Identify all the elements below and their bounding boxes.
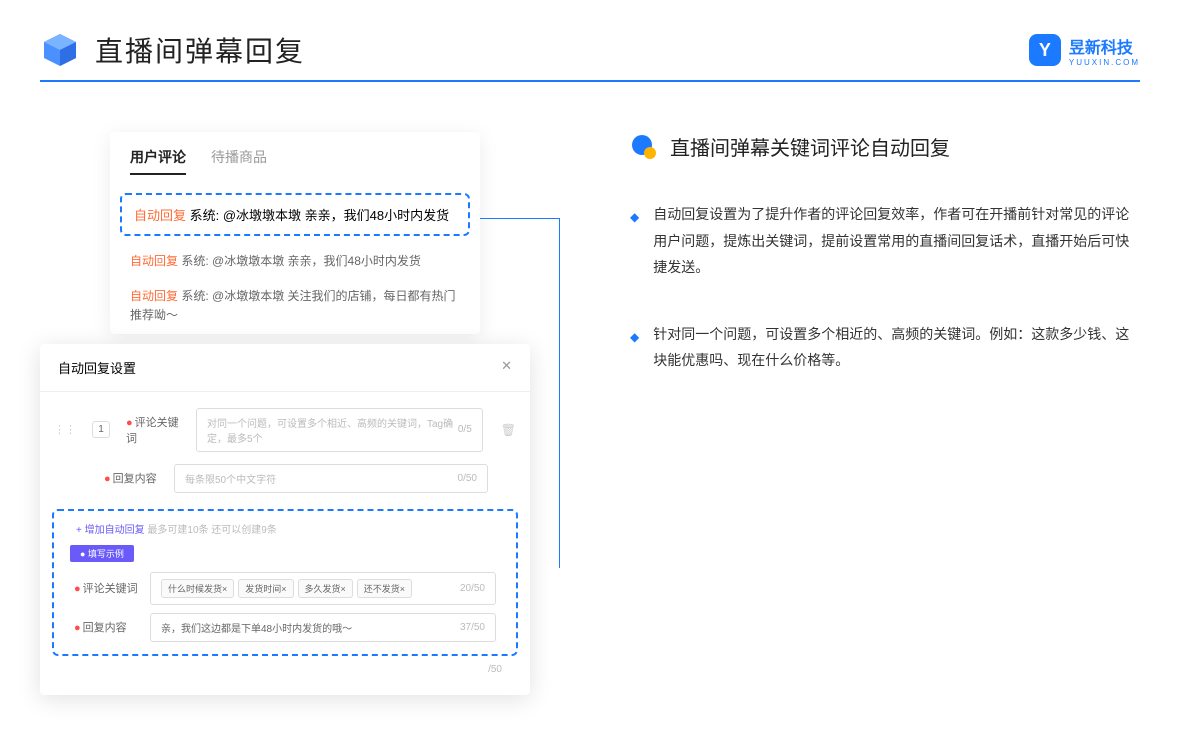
drag-handle-icon[interactable]: ⋮⋮ (54, 423, 76, 436)
highlighted-reply: 自动回复 系统: @冰墩墩本墩 亲亲，我们48小时内发货 (120, 193, 470, 236)
cube-icon (40, 30, 80, 70)
modal-title: 自动回复设置 (58, 358, 136, 377)
bullet-item: ◆ 自动回复设置为了提升作者的评论回复效率，作者可在开播前针对常见的评论用户问题… (630, 201, 1140, 281)
add-auto-reply-link[interactable]: + 增加自动回复 (76, 525, 145, 536)
keyword-input[interactable]: 对同一个问题，可设置多个相近、高频的关键词，Tag确定，最多5个 0/5 (196, 408, 483, 452)
example-content-input[interactable]: 亲，我们这边都是下单48小时内发货的哦～ 37/50 (150, 613, 496, 642)
example-section: + 增加自动回复 最多可建10条 还可以创建9条 ● 填写示例 ●评论关键词 什… (52, 509, 518, 656)
brand-logo-icon: Y (1029, 34, 1061, 66)
tab-pending-goods[interactable]: 待播商品 (211, 147, 267, 175)
row-number: 1 (92, 421, 110, 438)
add-hint: 最多可建10条 还可以创建9条 (147, 525, 276, 536)
chat-bubble-icon (630, 133, 658, 161)
comments-panel: 用户评论 待播商品 自动回复 系统: @冰墩墩本墩 亲亲，我们48小时内发货 自… (110, 132, 480, 334)
tab-user-comments[interactable]: 用户评论 (130, 147, 186, 175)
reply-item: 自动回复 系统: @冰墩墩本墩 关注我们的店铺，每日都有热门推荐呦～ (110, 279, 480, 333)
outer-counter: /50 (40, 664, 530, 675)
reply-item: 自动回复 系统: @冰墩墩本墩 亲亲，我们48小时内发货 (110, 244, 480, 279)
brand: Y 昱新科技 YUUXIN.COM (1029, 34, 1140, 67)
bullet-item: ◆ 针对同一个问题，可设置多个相近的、高频的关键词。例如：这款多少钱、这块能优惠… (630, 321, 1140, 374)
content-input[interactable]: 每条限50个中文字符 0/50 (174, 464, 488, 493)
example-keyword-input[interactable]: 什么时候发货× 发货时间× 多久发货× 还不发货× 20/50 (150, 572, 496, 605)
connector-line (480, 218, 560, 568)
auto-reply-settings-modal: 自动回复设置 ✕ ⋮⋮ 1 ●评论关键词 对同一个问题，可设置多个相近、高频的关… (40, 344, 530, 695)
section-heading: 直播间弹幕关键词评论自动回复 (670, 132, 950, 161)
brand-subtitle: YUUXIN.COM (1069, 58, 1140, 67)
page-title: 直播间弹幕回复 (95, 30, 305, 70)
reply-text: 系统: @冰墩墩本墩 亲亲，我们48小时内发货 (190, 208, 450, 223)
diamond-icon: ◆ (630, 206, 639, 281)
example-badge: ● 填写示例 (70, 545, 134, 562)
brand-name: 昱新科技 (1069, 34, 1140, 58)
auto-reply-tag: 自动回复 (134, 208, 186, 223)
diamond-icon: ◆ (630, 326, 639, 374)
